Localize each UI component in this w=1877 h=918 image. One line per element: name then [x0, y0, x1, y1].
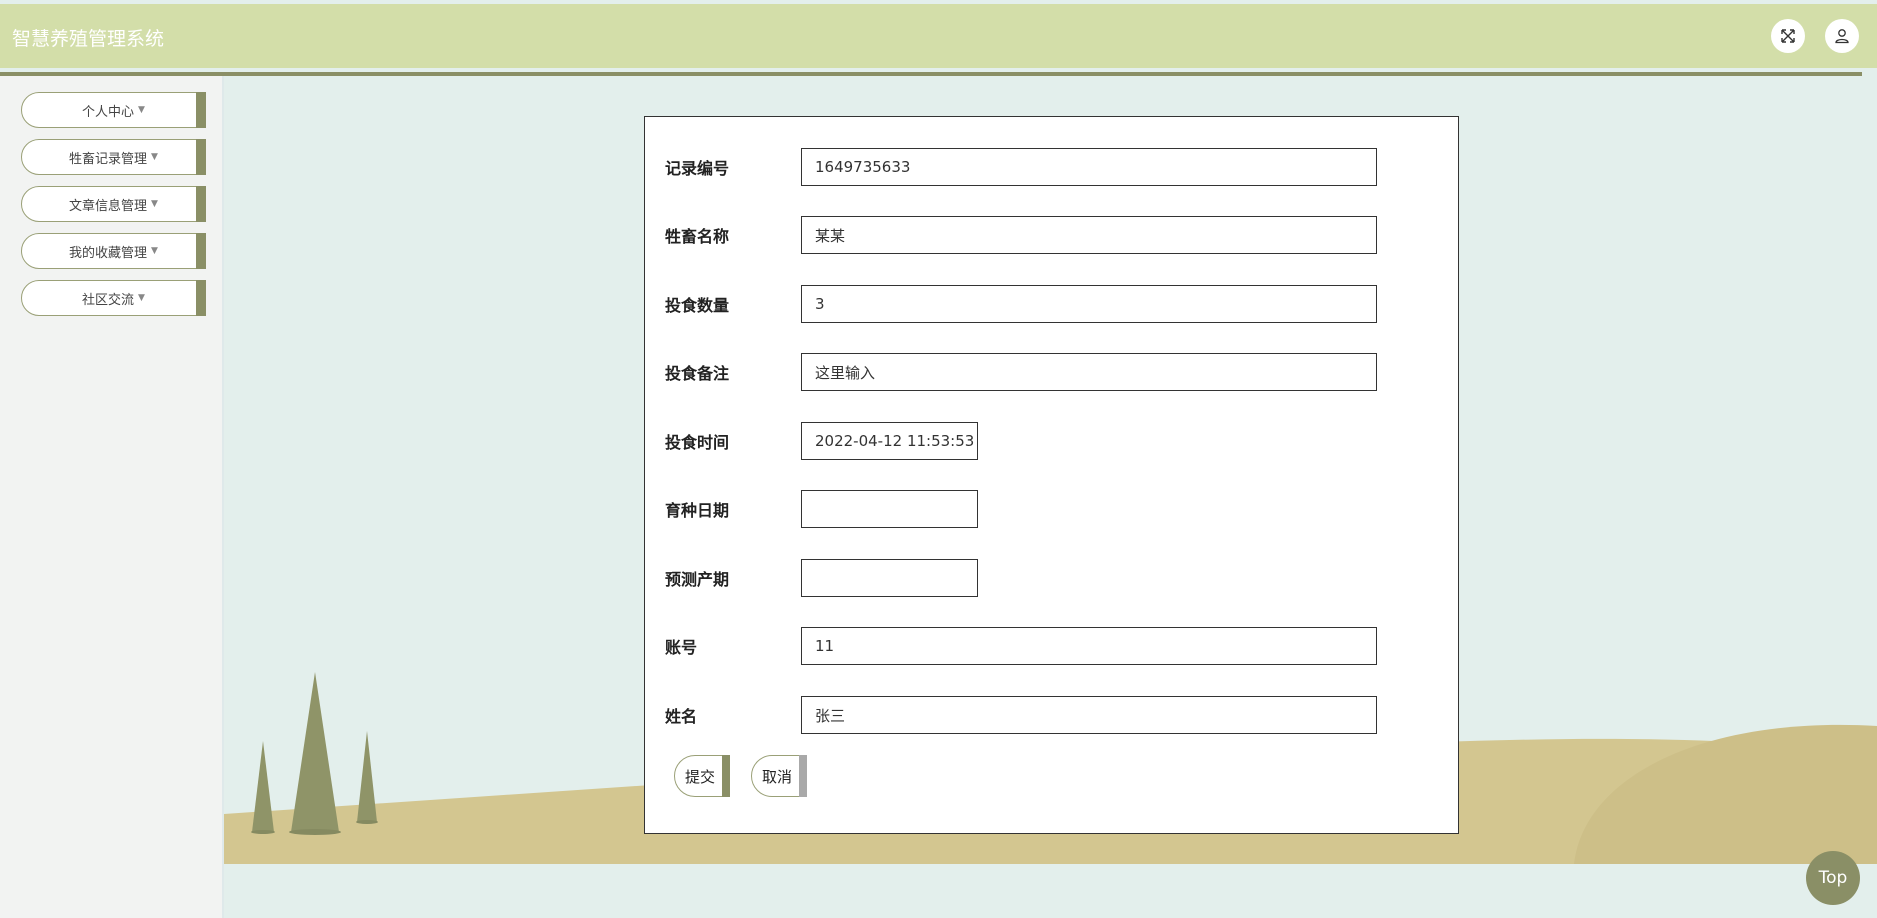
caret-down-icon: ▼: [151, 199, 158, 209]
edit-form: 记录编号 1649735633 牲畜名称 某某 投食数量 3 投食备注 这里输入…: [644, 116, 1459, 834]
account-input[interactable]: 11: [801, 627, 1377, 665]
caret-down-icon: ▼: [138, 105, 145, 115]
user-menu-button[interactable]: [1825, 19, 1859, 53]
record-id-input[interactable]: 1649735633: [801, 148, 1377, 186]
cancel-button[interactable]: 取消: [751, 755, 807, 797]
sidebar-item-livestock-records[interactable]: 牲畜记录管理 ▼: [21, 139, 206, 175]
form-row-feed-note: 投食备注 这里输入: [665, 352, 1377, 392]
back-to-top-button[interactable]: Top: [1806, 851, 1860, 905]
form-row-account: 账号 11: [665, 626, 1377, 666]
form-row-livestock-name: 牲畜名称 某某: [665, 215, 1377, 255]
field-label: 账号: [665, 638, 698, 657]
field-label: 牲畜名称: [665, 227, 730, 246]
fullscreen-button[interactable]: [1771, 19, 1805, 53]
field-label: 投食备注: [665, 364, 730, 383]
form-row-expected-delivery: 预测产期: [665, 558, 978, 598]
sidebar-item-label: 文章信息管理: [69, 198, 148, 214]
field-label: 投食时间: [665, 433, 730, 452]
top-header: 智慧养殖管理系统: [0, 4, 1877, 68]
field-label: 姓名: [665, 707, 698, 726]
form-row-breeding-date: 育种日期: [665, 489, 978, 529]
form-row-feed-quantity: 投食数量 3: [665, 284, 1377, 324]
sidebar-item-label: 我的收藏管理: [69, 245, 148, 261]
sidebar-item-label: 个人中心: [82, 104, 135, 120]
form-row-record-id: 记录编号 1649735633: [665, 147, 1377, 187]
sidebar-item-community[interactable]: 社区交流 ▼: [21, 280, 206, 316]
feed-quantity-input[interactable]: 3: [801, 285, 1377, 323]
caret-down-icon: ▼: [151, 246, 158, 256]
sidebar-item-personal-center[interactable]: 个人中心 ▼: [21, 92, 206, 128]
submit-button[interactable]: 提交: [674, 755, 730, 797]
field-label: 投食数量: [665, 296, 730, 315]
field-label: 预测产期: [665, 570, 730, 589]
field-label: 记录编号: [665, 159, 730, 178]
sidebar-item-articles[interactable]: 文章信息管理 ▼: [21, 186, 206, 222]
sidebar-item-label: 社区交流: [82, 292, 135, 308]
breeding-date-picker[interactable]: [801, 490, 978, 528]
feed-note-input[interactable]: 这里输入: [801, 353, 1377, 391]
sidebar-item-label: 牲畜记录管理: [69, 151, 148, 167]
sidebar-item-favorites[interactable]: 我的收藏管理 ▼: [21, 233, 206, 269]
caret-down-icon: ▼: [138, 293, 145, 303]
form-row-feed-time: 投食时间 2022-04-12 11:53:53: [665, 421, 978, 461]
livestock-name-input[interactable]: 某某: [801, 216, 1377, 254]
user-icon: [1835, 29, 1849, 44]
feed-time-picker[interactable]: 2022-04-12 11:53:53: [801, 422, 978, 460]
form-row-name: 姓名 张三: [665, 695, 1377, 735]
expand-arrows-icon: [1781, 29, 1795, 43]
app-title: 智慧养殖管理系统: [12, 28, 165, 50]
name-input[interactable]: 张三: [801, 696, 1377, 734]
caret-down-icon: ▼: [151, 152, 158, 162]
field-label: 育种日期: [665, 501, 730, 520]
expected-delivery-picker[interactable]: [801, 559, 978, 597]
sidebar: 个人中心 ▼ 牲畜记录管理 ▼ 文章信息管理 ▼ 我的收藏管理 ▼ 社区交流 ▼: [0, 76, 224, 918]
